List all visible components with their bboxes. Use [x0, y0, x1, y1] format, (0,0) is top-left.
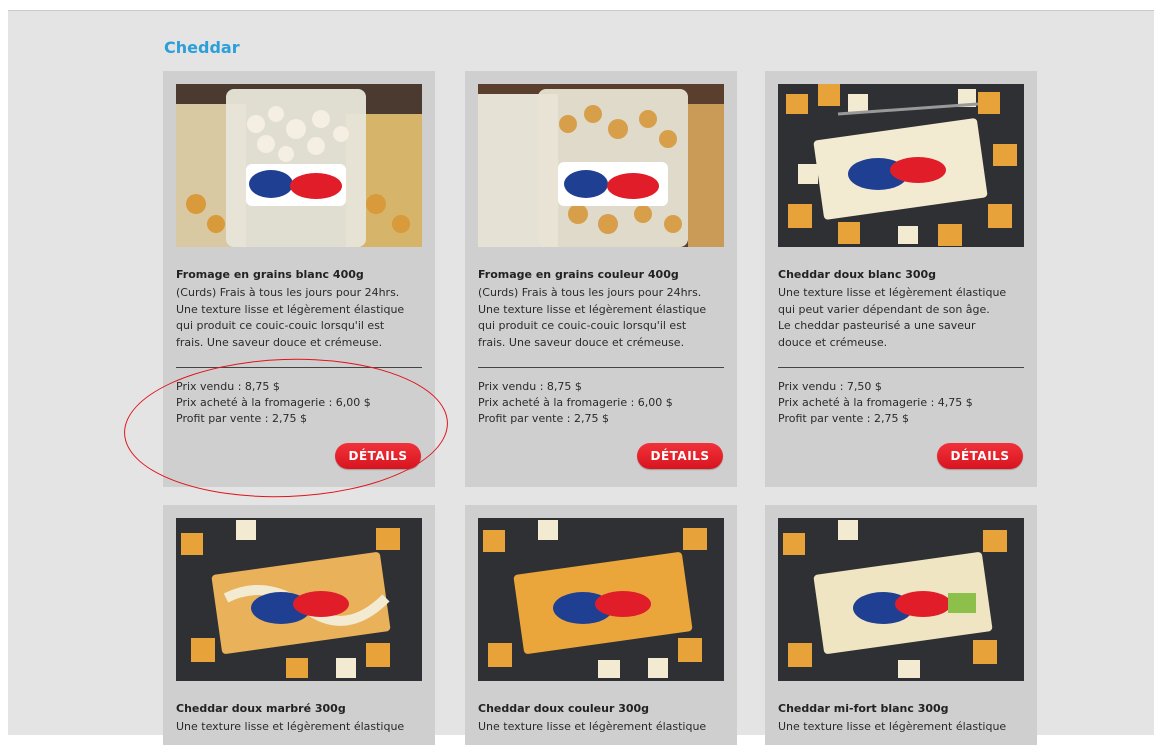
product-description: Une texture lisse et légèrement élastiqu… — [778, 720, 1007, 733]
price-info: Prix vendu : 7,50 $ Prix acheté à la fro… — [778, 379, 1030, 427]
section-title: Cheddar — [164, 38, 240, 57]
price-info: Prix vendu : 8,75 $ Prix acheté à la fro… — [478, 379, 730, 427]
product-description: Une texture lisse et légèrement élastiqu… — [778, 286, 1007, 349]
product-card: Cheddar doux couleur 300g Une texture li… — [465, 505, 737, 745]
price-sold: Prix vendu : 8,75 $ — [176, 380, 280, 393]
divider — [176, 367, 422, 368]
cheese-curds-bag-colour-icon — [478, 84, 724, 247]
product-image-cheddar-marble[interactable] — [176, 518, 422, 681]
cheese-curds-bag-white-icon — [176, 84, 422, 247]
cheddar-block-colour-icon — [478, 518, 724, 681]
product-card: Fromage en grains blanc 400g (Curds) Fra… — [163, 71, 435, 487]
details-button[interactable]: DÉTAILS — [335, 443, 421, 469]
price-bought: Prix acheté à la fromagerie : 4,75 $ — [778, 396, 973, 409]
profit: Profit par vente : 2,75 $ — [478, 412, 609, 425]
profit: Profit par vente : 2,75 $ — [778, 412, 909, 425]
product-card: Fromage en grains couleur 400g (Curds) F… — [465, 71, 737, 487]
product-name: Fromage en grains couleur 400g — [478, 268, 679, 281]
price-info: Prix vendu : 8,75 $ Prix acheté à la fro… — [176, 379, 428, 427]
cheddar-block-marble-icon — [176, 518, 422, 681]
product-name: Cheddar doux couleur 300g — [478, 702, 650, 715]
price-sold: Prix vendu : 7,50 $ — [778, 380, 882, 393]
product-description: (Curds) Frais à tous les jours pour 24hr… — [478, 286, 707, 349]
details-button[interactable]: DÉTAILS — [637, 443, 723, 469]
price-bought: Prix acheté à la fromagerie : 6,00 $ — [478, 396, 673, 409]
product-description: (Curds) Frais à tous les jours pour 24hr… — [176, 286, 405, 349]
divider — [478, 367, 724, 368]
details-button[interactable]: DÉTAILS — [937, 443, 1023, 469]
product-card: Cheddar doux blanc 300g Une texture liss… — [765, 71, 1037, 487]
product-name: Cheddar doux blanc 300g — [778, 268, 937, 281]
product-card: Cheddar doux marbré 300g Une texture lis… — [163, 505, 435, 745]
product-name: Fromage en grains blanc 400g — [176, 268, 364, 281]
product-card: Cheddar mi-fort blanc 300g Une texture l… — [765, 505, 1037, 745]
product-description: Une texture lisse et légèrement élastiqu… — [478, 720, 707, 733]
product-name: Cheddar doux marbré 300g — [176, 702, 346, 715]
cheddar-block-mild-white-icon — [778, 518, 1024, 681]
product-name: Cheddar mi-fort blanc 300g — [778, 702, 949, 715]
product-image-cheddar-white[interactable] — [778, 84, 1024, 247]
product-image-curds-colour[interactable] — [478, 84, 724, 247]
product-image-curds-white[interactable] — [176, 84, 422, 247]
cheddar-block-white-icon — [778, 84, 1024, 247]
divider — [778, 367, 1024, 368]
product-description: Une texture lisse et légèrement élastiqu… — [176, 720, 405, 733]
price-bought: Prix acheté à la fromagerie : 6,00 $ — [176, 396, 371, 409]
product-image-cheddar-colour[interactable] — [478, 518, 724, 681]
price-sold: Prix vendu : 8,75 $ — [478, 380, 582, 393]
product-image-cheddar-mild-white[interactable] — [778, 518, 1024, 681]
profit: Profit par vente : 2,75 $ — [176, 412, 307, 425]
